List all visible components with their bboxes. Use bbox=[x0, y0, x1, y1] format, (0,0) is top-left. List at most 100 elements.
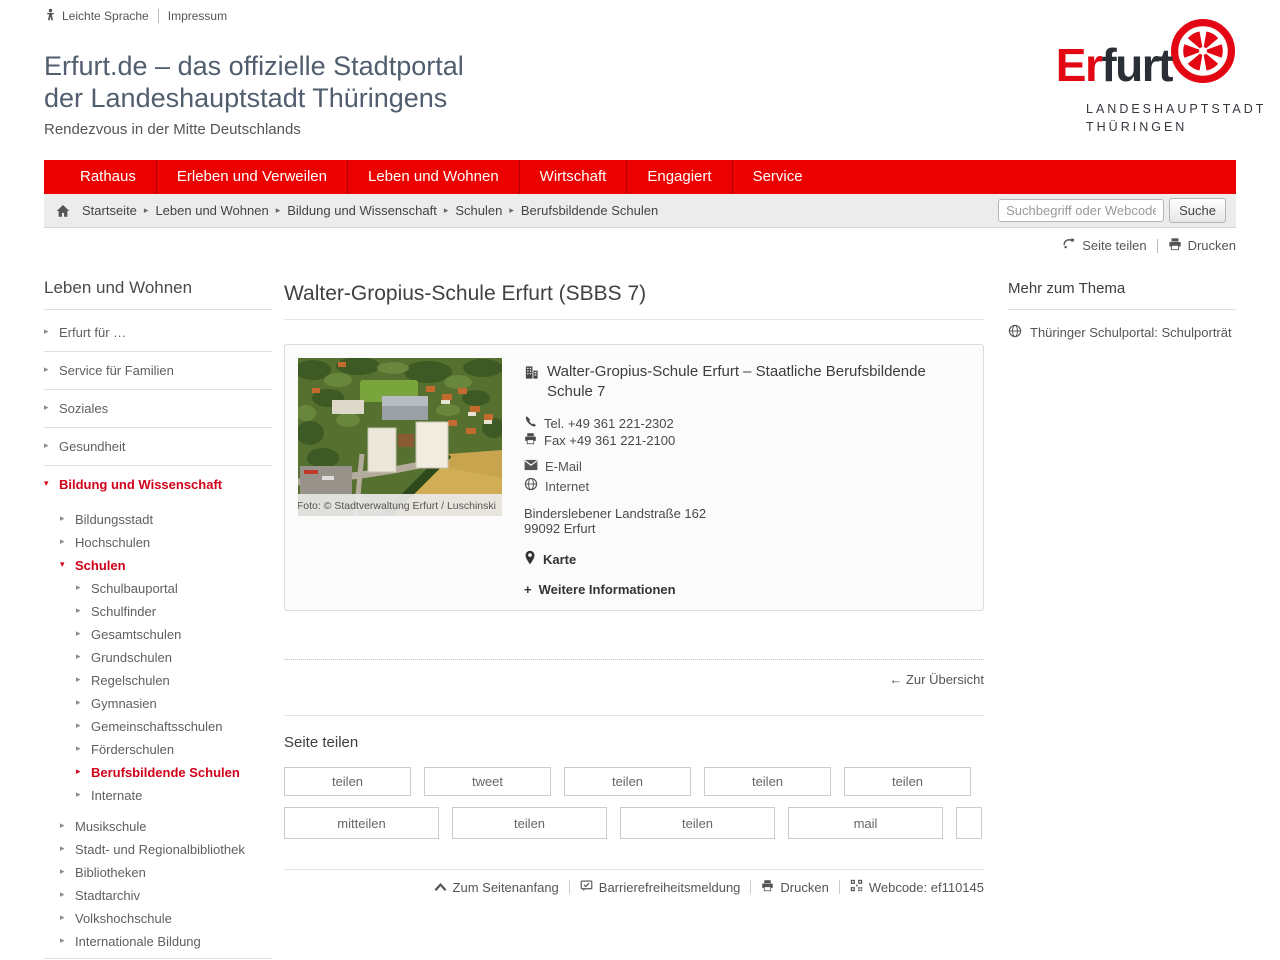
sidebar-item-regelschulen[interactable]: ▸ Regelschulen bbox=[76, 669, 272, 692]
share-button-mitteilen-1[interactable]: mitteilen bbox=[284, 807, 439, 839]
chevron-right-icon: ▸ bbox=[76, 605, 81, 615]
sidebar-nav: ▸ Erfurt für … ▸ Service für Familien ▸ Sozia… bbox=[44, 314, 272, 960]
schulportal-link[interactable]: Thüringer Schulportal: Schulporträt bbox=[1008, 324, 1236, 341]
back-to-top-link[interactable]: Zum Seitenanfang bbox=[434, 880, 559, 895]
sidebar-item-label: Berufsbildende Schulen bbox=[91, 765, 240, 780]
leichte-sprache-label: Leichte Sprache bbox=[62, 9, 149, 23]
share-section: Seite teilen teilen tweet teilen teilen teil… bbox=[284, 715, 984, 839]
back-to-overview-link[interactable]: ← Zur Übersicht bbox=[889, 672, 984, 687]
share-heading: Seite teilen bbox=[284, 734, 359, 751]
sidebar-item-stadtarchiv[interactable]: ▸ Stadtarchiv bbox=[60, 884, 272, 907]
sidebar-item-bildungsstadt[interactable]: ▸ Bildungsstadt bbox=[60, 508, 272, 531]
sidebar-item-stadt-und-regionalbibliothek[interactable]: ▸ Stadt- und Regionalbibliothek bbox=[60, 838, 272, 861]
share-page-label: Seite teilen bbox=[1082, 238, 1147, 253]
sidebar-item-label: Regelschulen bbox=[91, 673, 170, 688]
school-email-link[interactable]: E-Mail bbox=[545, 457, 582, 477]
sidebar-item-schulen[interactable]: ▾ Schulen bbox=[60, 554, 272, 577]
nav-item-engagiert[interactable]: Engagiert bbox=[626, 160, 731, 194]
school-card: Foto: © Stadtverwaltung Erfurt / Luschin… bbox=[284, 344, 984, 611]
share-button-teilen-3[interactable]: teilen bbox=[620, 807, 775, 839]
sidebar-item-bildung-und-wissenschaft[interactable]: ▾ Bildung und Wissenschaft bbox=[44, 465, 272, 503]
chevron-right-icon: ▸ bbox=[76, 789, 81, 799]
chevron-right-icon: ▸ bbox=[76, 628, 81, 638]
search-button[interactable]: Suche bbox=[1169, 198, 1226, 223]
logo-word-dark: furt bbox=[1101, 39, 1173, 91]
sidebar-item-bibliotheken[interactable]: ▸ Bibliotheken bbox=[60, 861, 272, 884]
sidebar-heading: Leben und Wohnen bbox=[44, 278, 272, 310]
share-button-teilen-5[interactable]: teilen bbox=[844, 767, 971, 796]
school-fax: Fax +49 361 221-2100 bbox=[544, 433, 676, 448]
footer-print-label: Drucken bbox=[780, 879, 829, 895]
chevron-right-icon: ▸ bbox=[60, 889, 65, 899]
share-button-mail-4[interactable]: mail bbox=[788, 807, 943, 839]
printer-icon bbox=[1168, 237, 1182, 254]
site-header: Erfurt.de – das offizielle Stadtportal d… bbox=[44, 18, 1263, 138]
school-street: Binderslebener Landstraße 162 bbox=[524, 506, 707, 521]
sidebar-item-internationale-bildung[interactable]: ▸ Internationale Bildung bbox=[60, 930, 272, 953]
sidebar-item-hochschulen[interactable]: ▸ Hochschulen bbox=[60, 531, 272, 554]
sidebar-item-schulbauportal[interactable]: ▸ Schulbauportal bbox=[76, 577, 272, 600]
chevron-right-icon: ▸ bbox=[44, 364, 49, 374]
sidebar-item-internate[interactable]: ▸ Internate bbox=[76, 784, 272, 807]
right-sidebar: Mehr zum Thema Thüringer Schulportal: Sc… bbox=[1008, 278, 1236, 341]
impressum-link[interactable]: Impressum bbox=[168, 9, 227, 23]
nav-item-service[interactable]: Service bbox=[731, 160, 823, 194]
search-input[interactable] bbox=[998, 199, 1165, 222]
share-button-teilen-4[interactable]: teilen bbox=[704, 767, 831, 796]
sidebar-item-erfurt-fuer[interactable]: ▸ Erfurt für … bbox=[44, 314, 272, 351]
leichte-sprache-link[interactable]: Leichte Sprache bbox=[44, 8, 149, 24]
webcode-qr-icon bbox=[850, 879, 863, 895]
share-button-teilen-3[interactable]: teilen bbox=[564, 767, 691, 796]
print-page-link[interactable]: Drucken bbox=[1168, 237, 1236, 254]
webcode: Webcode: ef110145 bbox=[850, 879, 984, 895]
nav-item-wirtschaft[interactable]: Wirtschaft bbox=[518, 160, 627, 194]
sidebar-item-gesamtschulen[interactable]: ▸ Gesamtschulen bbox=[76, 623, 272, 646]
share-button-teilen-2[interactable]: teilen bbox=[452, 807, 607, 839]
footer-print-link[interactable]: Drucken bbox=[761, 879, 829, 895]
sidebar-item-volkshochschule[interactable]: ▸ Volkshochschule bbox=[60, 907, 272, 930]
sidebar-item-label: Volkshochschule bbox=[75, 911, 172, 926]
erfurt-logo[interactable]: Erfurt LANDESHAUPTSTADT THÜRINGEN bbox=[1024, 10, 1263, 142]
nav-item-erleben-und-verweilen[interactable]: Erleben und Verweilen bbox=[155, 160, 347, 194]
plus-icon: + bbox=[524, 582, 532, 597]
chevron-right-icon: ▸ bbox=[60, 843, 65, 853]
share-page-link[interactable]: Seite teilen bbox=[1062, 237, 1147, 254]
accessibility-report-link[interactable]: Barrierefreiheitsmeldung bbox=[580, 879, 740, 895]
nav-item-leben-und-wohnen[interactable]: Leben und Wohnen bbox=[346, 160, 519, 194]
chevron-right-icon: ▸ bbox=[60, 912, 65, 922]
breadcrumb-item-leben-und-wohnen[interactable]: Leben und Wohnen bbox=[155, 203, 268, 218]
chevron-up-icon bbox=[434, 880, 447, 895]
sidebar-item-foerderschulen[interactable]: ▸ Förderschulen bbox=[76, 738, 272, 761]
sidebar-item-gymnasien[interactable]: ▸ Gymnasien bbox=[76, 692, 272, 715]
footer-divider bbox=[750, 880, 752, 894]
breadcrumb-item-schulen[interactable]: Schulen bbox=[455, 203, 502, 218]
home-icon[interactable] bbox=[56, 204, 70, 218]
logo-subline-1: LANDESHAUPTSTADT bbox=[1086, 102, 1267, 116]
sidebar-item-label: Bibliotheken bbox=[75, 865, 146, 880]
sidebar-item-berufsbildende-schulen[interactable]: ▸ Berufsbildende Schulen bbox=[76, 761, 272, 784]
erfurt-wheel-icon bbox=[1170, 18, 1236, 84]
sidebar-item-schulfinder[interactable]: ▸ Schulfinder bbox=[76, 600, 272, 623]
share-button-tweet-2[interactable]: tweet bbox=[424, 767, 551, 796]
chevron-right-icon: ▸ bbox=[76, 651, 81, 661]
sidebar-item-soziales[interactable]: ▸ Soziales bbox=[44, 389, 272, 427]
breadcrumb-item-bildung-und-wissenschaft[interactable]: Bildung und Wissenschaft bbox=[287, 203, 437, 218]
sidebar-item-musikschule[interactable]: ▸ Musikschule bbox=[60, 815, 272, 838]
sidebar-item-service-fuer-familien[interactable]: ▸ Service für Familien bbox=[44, 351, 272, 389]
share-button-teilen-1[interactable]: teilen bbox=[284, 767, 411, 796]
sidebar-item-gesundheit[interactable]: ▸ Gesundheit bbox=[44, 427, 272, 465]
school-internet-link[interactable]: Internet bbox=[545, 477, 589, 497]
nav-item-rathaus[interactable]: Rathaus bbox=[60, 160, 156, 194]
sidebar-item-grundschulen[interactable]: ▸ Grundschulen bbox=[76, 646, 272, 669]
map-link[interactable]: Karte bbox=[524, 550, 970, 568]
breadcrumb-item-startseite[interactable]: Startseite bbox=[82, 203, 137, 218]
accessibility-person-icon bbox=[44, 8, 57, 24]
chevron-right-icon: ▸ bbox=[76, 582, 81, 592]
sidebar-item-gemeinschaftsschulen[interactable]: ▸ Gemeinschaftsschulen bbox=[76, 715, 272, 738]
map-label: Karte bbox=[543, 551, 577, 567]
more-info-link[interactable]: + Weitere Informationen bbox=[524, 582, 970, 597]
sidebar-item-label: Bildungsstadt bbox=[75, 512, 154, 527]
share-button-empty[interactable] bbox=[956, 807, 982, 839]
sidebar-item-label: Service für Familien bbox=[59, 363, 174, 378]
footer-divider bbox=[838, 880, 840, 894]
